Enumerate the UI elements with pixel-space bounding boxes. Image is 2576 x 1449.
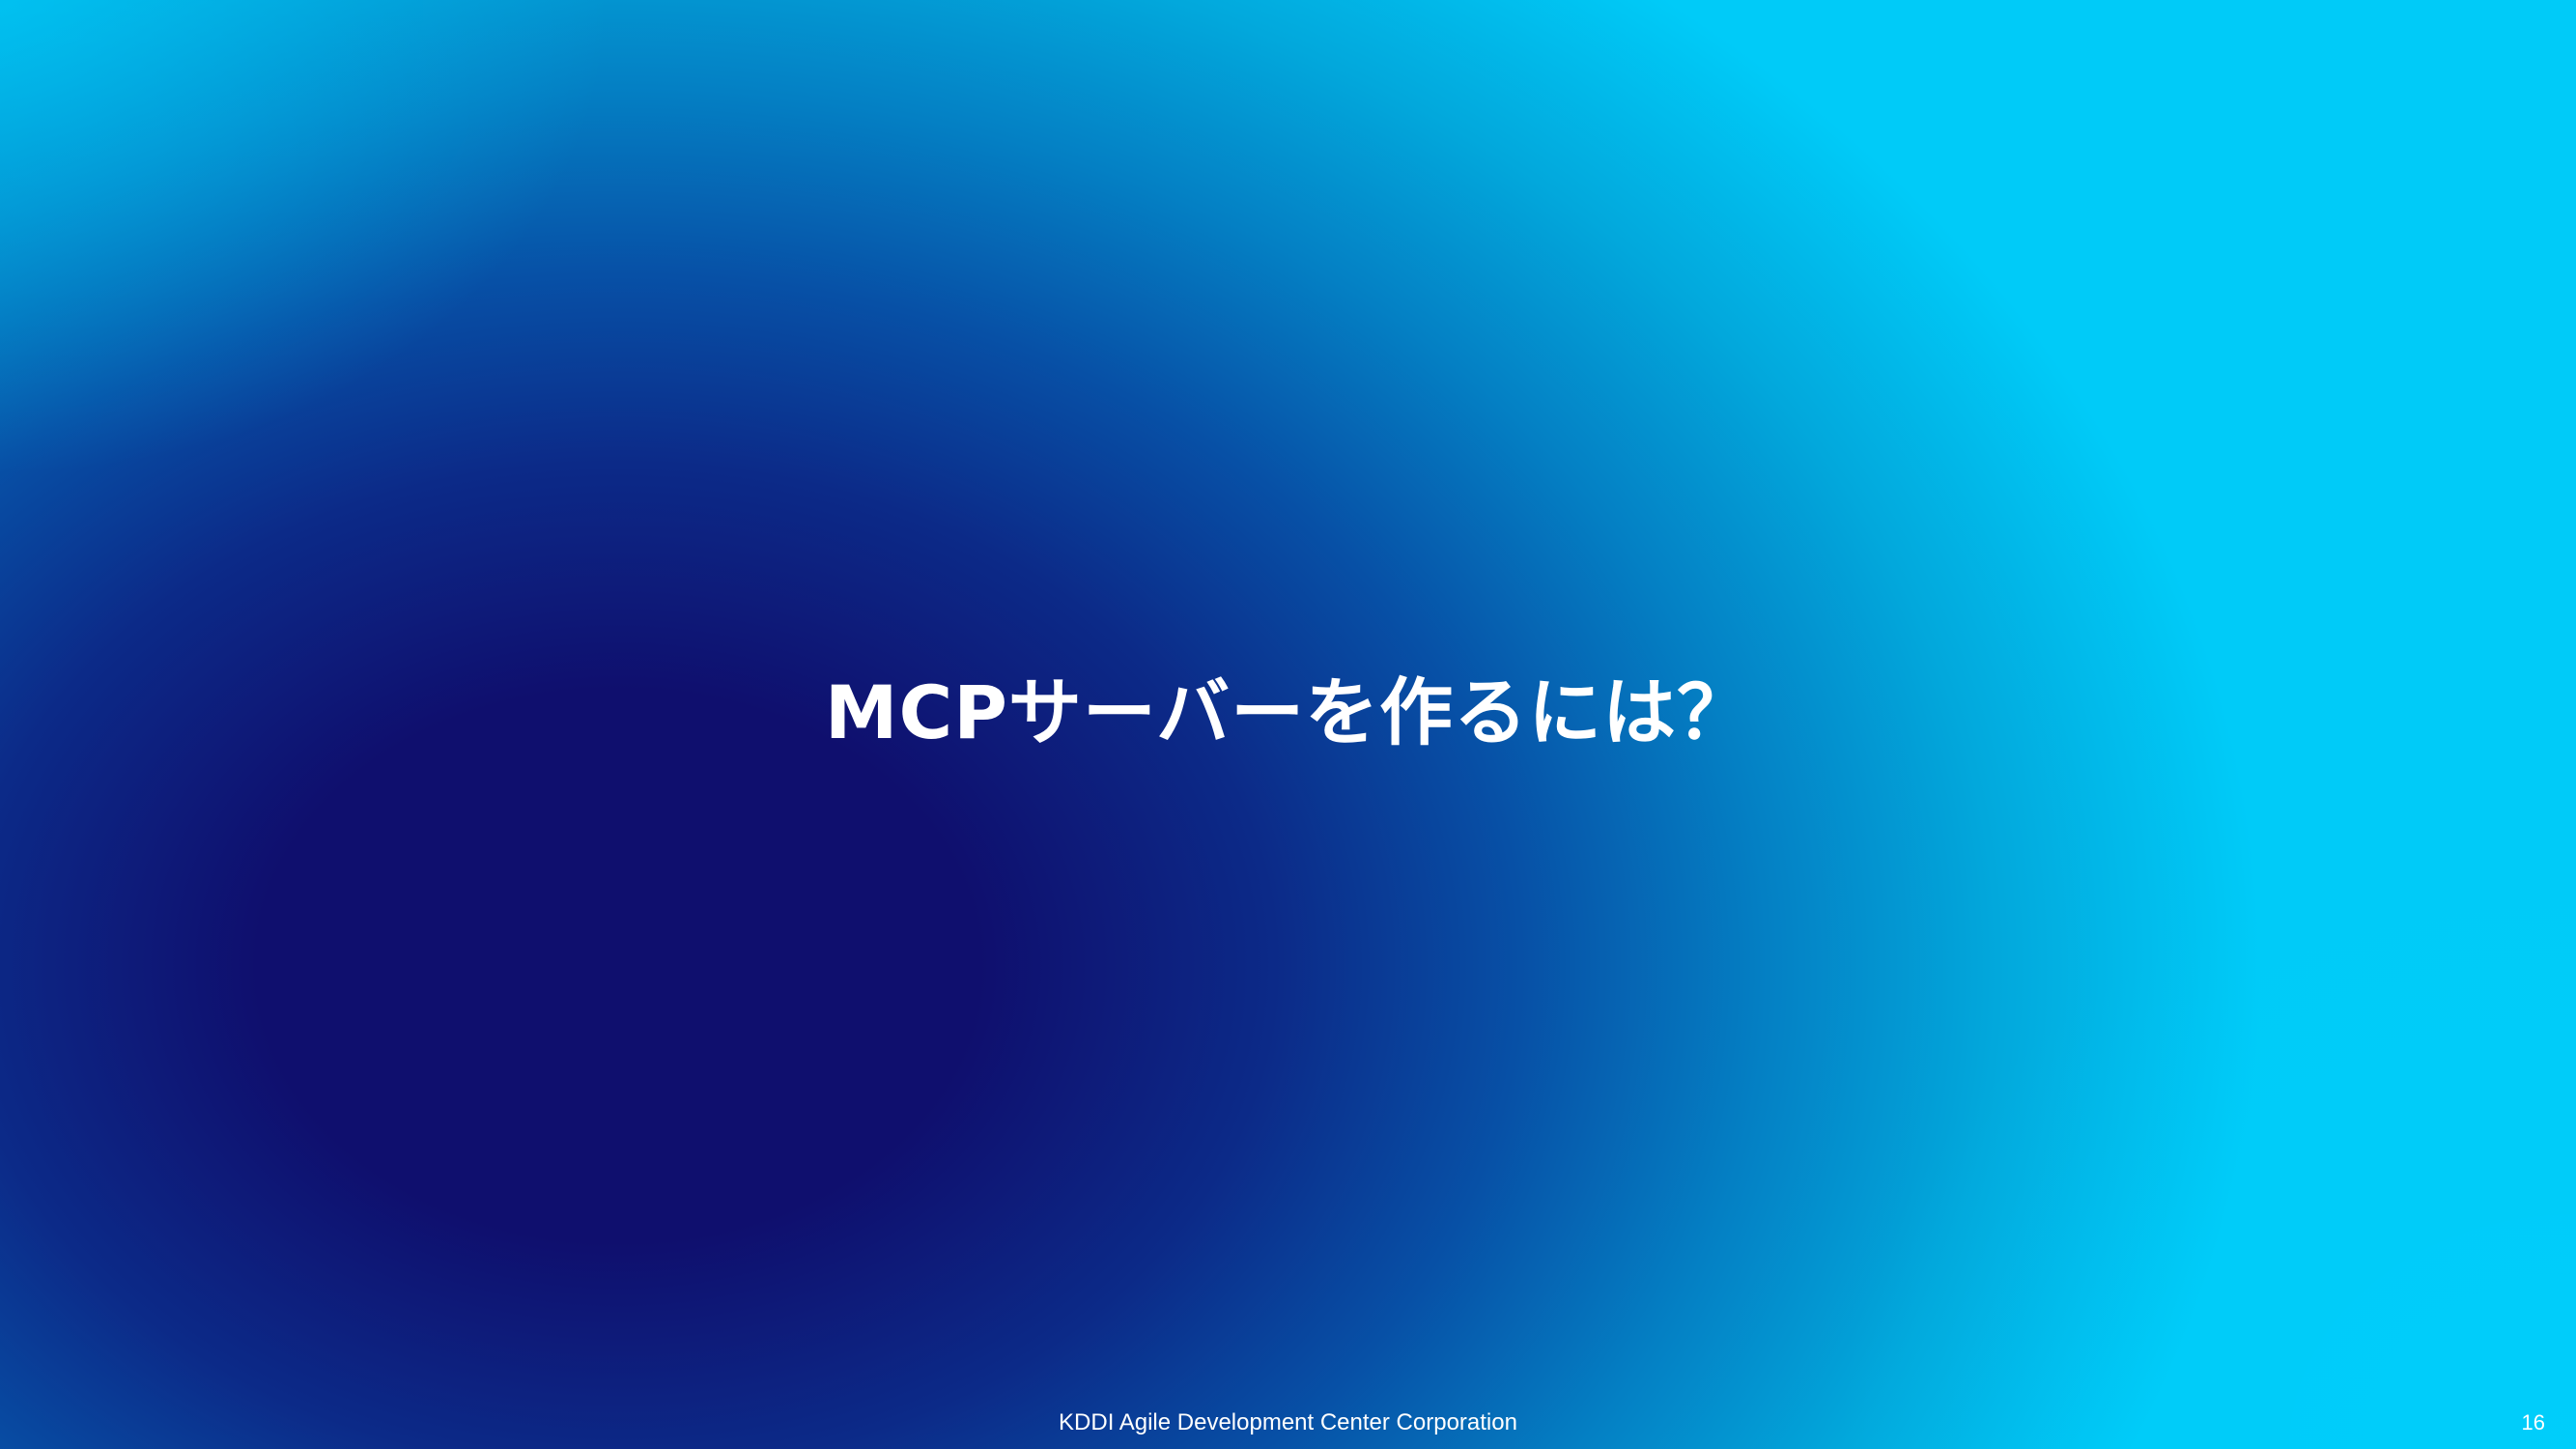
presentation-slide: MCPサーバーを作るには？ KDDI Agile Development Cen… [0,0,2576,1449]
slide-page-number: 16 [2521,1410,2545,1435]
slide-footer-company: KDDI Agile Development Center Corporatio… [1059,1409,1517,1435]
slide-title: MCPサーバーを作るには？ [824,669,1752,755]
